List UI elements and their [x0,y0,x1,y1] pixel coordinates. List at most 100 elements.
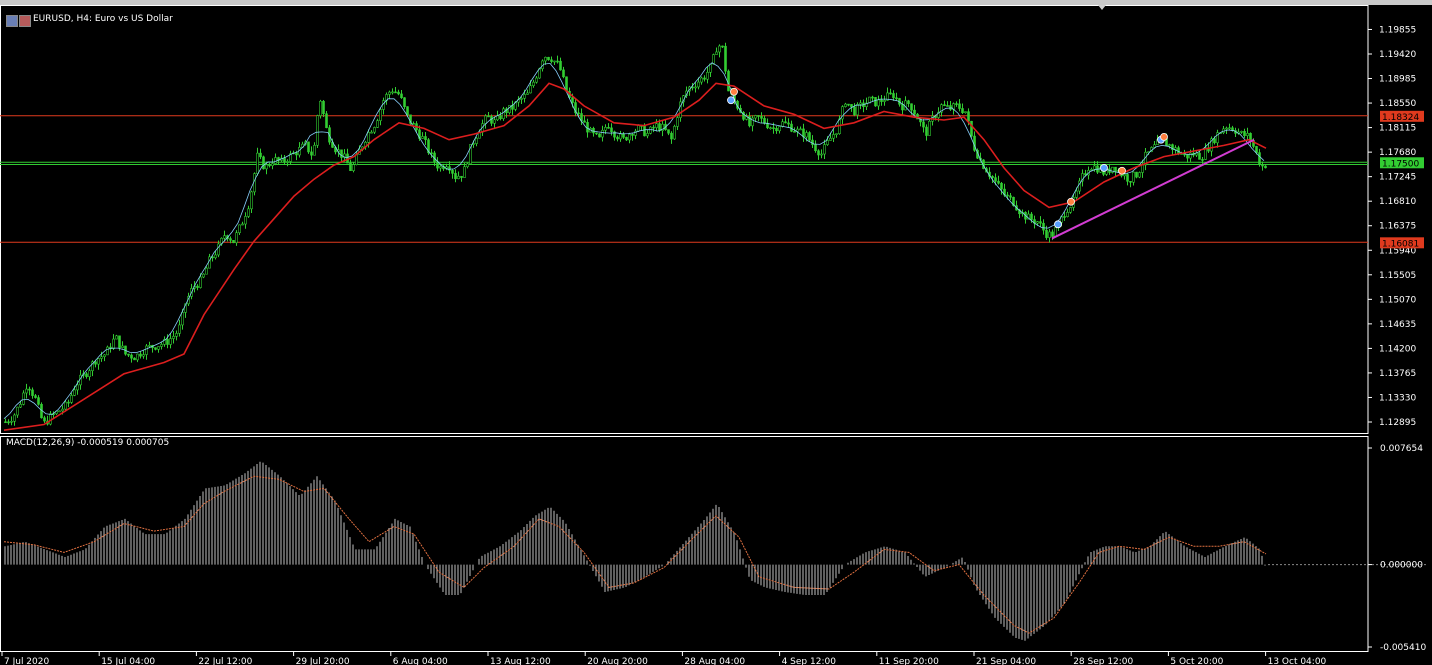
candle-body [196,285,199,288]
candle-body [1261,164,1264,167]
candle-body [1258,152,1261,165]
buy-arrow-marker [1054,220,1062,229]
candle-body [586,122,589,133]
candle-body [907,100,910,105]
time-axis-label: 5 Oct 20:00 [1170,657,1223,665]
candle-body [529,85,532,94]
candle-body [799,128,802,131]
candle-body [523,94,526,99]
candle-body [232,240,235,244]
candle-body [610,127,613,133]
candle-body [295,152,298,156]
candle-body [1039,221,1042,224]
macd-axis-label: 0.000000 [1380,561,1423,571]
candle-body [1126,174,1129,182]
candle-body [1255,146,1258,153]
level-price-label: 1.18324 [1382,113,1419,123]
candle-body [454,173,457,180]
candle-body [244,216,247,225]
candle-body [772,127,775,129]
candle-body [724,45,727,72]
macd-title: MACD(12,26,9) -0.000519 0.000705 [6,438,170,448]
candle-body [1228,127,1231,130]
candle-body [127,353,130,356]
candle-body [544,56,547,62]
candle-body [7,421,10,424]
candle-body [349,162,352,171]
candle-body [460,175,463,178]
candle-body [817,150,820,156]
time-axis-label: 11 Sep 20:00 [879,657,939,665]
candle-body [70,395,73,403]
candle-body [1075,190,1078,198]
candle-body [595,132,598,135]
candle-body [394,91,397,94]
candle-body [1168,144,1171,147]
candle-body [949,105,952,110]
candle-body [775,128,778,132]
candle-body [532,81,535,86]
candle-body [658,123,661,131]
candle-body [781,121,784,127]
candle-body [376,120,379,128]
candle-body [1048,231,1051,238]
candle-body [1141,164,1144,173]
candle-body [391,91,394,94]
candle-body [271,163,274,167]
candle-body [403,97,406,107]
candle-body [1177,147,1180,154]
time-axis-label: 22 Jul 12:00 [198,657,252,665]
candle-body [754,115,757,119]
candle-body [955,103,958,105]
chart-shift-marker [1098,5,1106,10]
time-axis-label: 29 Jul 20:00 [296,657,350,665]
candle-body [877,99,880,107]
candle-body [835,133,838,135]
candle-body [997,180,1000,184]
candle-body [1198,152,1201,160]
candle-body [859,102,862,105]
candle-body [622,133,625,138]
candle-body [241,223,244,226]
candle-body [508,105,511,114]
candle-body [1153,144,1156,148]
candle-body [148,345,151,347]
candle-body [790,123,793,132]
candle-body [856,104,859,116]
candle-body [43,417,46,422]
candle-body [499,115,502,119]
candle-body [892,93,895,99]
candle-body [604,126,607,131]
candle-body [85,373,88,377]
candle-body [283,157,286,162]
candle-body [463,166,466,178]
candle-body [58,410,61,413]
candle-body [520,97,523,100]
candle-body [958,103,961,109]
time-axis-label: 28 Aug 04:00 [684,657,745,665]
candle-body [13,414,16,422]
candle-body [727,70,730,92]
candle-body [706,72,709,80]
time-axis-label: 13 Oct 04:00 [1268,657,1327,665]
candle-body [904,100,907,111]
candle-body [1069,207,1072,213]
chart-canvas[interactable]: 1.19855 1.19420 1.18985 1.18550 1.18115 1.176… [0,5,1432,665]
candle-body [655,123,658,128]
candle-body [667,129,670,134]
candle-body [406,106,409,116]
candle-body [769,127,772,129]
price-axis-label: 1.18115 [1379,124,1416,134]
candle-body [700,77,703,83]
candle-body [103,354,106,357]
candle-body [1264,165,1267,169]
candle-body [118,335,121,348]
candle-body [871,96,874,99]
candle-body [676,117,679,127]
candle-body [844,103,847,107]
candle-body [712,54,715,65]
candle-body [100,356,103,359]
candle-body [1213,138,1216,144]
macd-signal-line [3,475,1267,634]
candle-body [145,345,148,355]
